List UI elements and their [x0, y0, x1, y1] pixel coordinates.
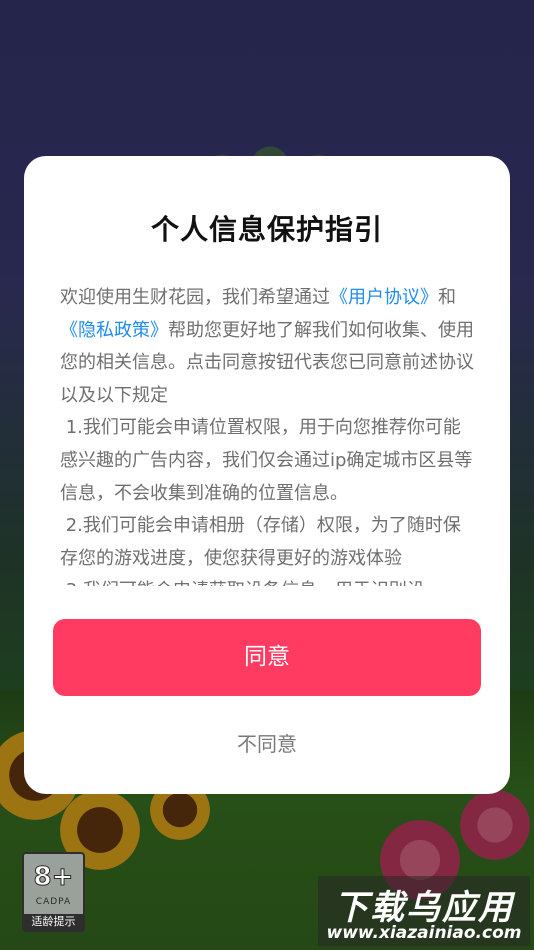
intro-paragraph: 欢迎使用生财花园，我们希望通过《用户协议》和《隐私政策》帮助您更好地了解我们如何… — [60, 282, 474, 412]
privacy-policy-link[interactable]: 《隐私政策》 — [60, 320, 168, 341]
watermark-url: www.xiazainiao.com — [326, 923, 522, 943]
permission-item-storage: 2.我们可能会申请相册（存储）权限，为了随时保存您的游戏进度，使您获得更好的游戏… — [60, 515, 461, 569]
agree-button[interactable]: 同意 — [53, 619, 481, 696]
age-rating-badge[interactable]: 8+ CADPA 适龄提示 — [22, 852, 85, 932]
user-agreement-link[interactable]: 《用户协议》 — [330, 287, 438, 308]
privacy-dialog: 个人信息保护指引 欢迎使用生财花园，我们希望通过《用户协议》和《隐私政策》帮助您… — [24, 156, 510, 794]
intro-text: 欢迎使用生财花园，我们希望通过 — [60, 287, 330, 308]
intro-connector: 和 — [438, 287, 456, 308]
age-rating-number: 8+ — [33, 862, 74, 893]
dialog-title: 个人信息保护指引 — [150, 213, 383, 246]
watermark-title: 下载乌应用 — [334, 888, 514, 928]
dialog-content-scroll[interactable]: 欢迎使用生财花园，我们希望通过《用户协议》和《隐私政策》帮助您更好地了解我们如何… — [60, 282, 474, 586]
age-rating-org: CADPA — [35, 897, 72, 907]
disagree-button[interactable]: 不同意 — [24, 728, 510, 757]
age-rating-tip: 适龄提示 — [24, 914, 83, 930]
permission-item-location: 1.我们可能会申请位置权限，用于向您推荐你可能感兴趣的广告内容，我们仅会通过ip… — [60, 417, 473, 504]
permission-item-device: 3.我们可能会申请获取设备信息，用于识别设 — [60, 575, 474, 586]
site-watermark: 下载乌应用 www.xiazainiao.com — [318, 876, 530, 946]
